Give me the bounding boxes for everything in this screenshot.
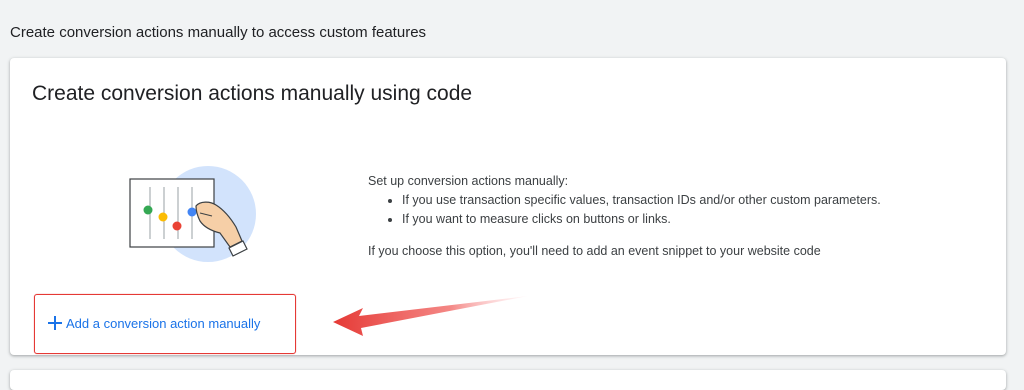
description-note: If you choose this option, you'll need t… [368, 244, 821, 258]
red-arrow-icon [333, 296, 528, 336]
description-bullet: If you use transaction specific values, … [402, 191, 968, 210]
description-intro: Set up conversion actions manually: [368, 174, 569, 188]
green-slider-knob [143, 205, 153, 215]
card-title: Create conversion actions manually using… [32, 82, 473, 105]
red-slider-knob [172, 221, 182, 231]
description-bullets: If you use transaction specific values, … [368, 191, 968, 229]
section-heading: Create conversion actions manually to ac… [10, 24, 427, 41]
description-bullet: If you want to measure clicks on buttons… [402, 210, 968, 229]
description: Set up conversion actions manually: If y… [368, 172, 968, 261]
add-conversion-action-button[interactable]: Add a conversion action manually [34, 294, 296, 354]
yellow-slider-knob [158, 212, 168, 222]
manual-setup-illustration [129, 166, 256, 262]
next-card [10, 370, 1006, 390]
add-conversion-action-label: Add a conversion action manually [66, 316, 261, 331]
blue-slider-knob [187, 207, 197, 217]
plus-icon [48, 316, 62, 330]
